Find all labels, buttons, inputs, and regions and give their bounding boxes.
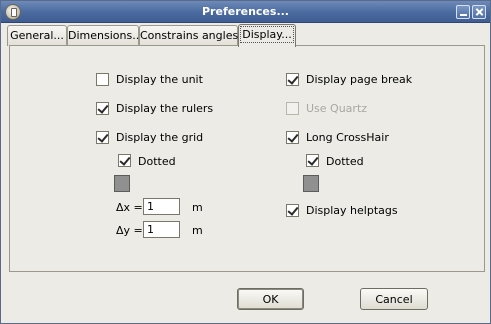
delta-y-input[interactable]	[143, 221, 180, 238]
delta-x-input[interactable]	[143, 198, 180, 215]
crosshair-dotted-checkbox[interactable]	[306, 154, 319, 167]
tab-general[interactable]: General...	[7, 25, 67, 46]
display-grid-checkbox[interactable]	[96, 131, 109, 144]
long-crosshair-checkbox[interactable]	[286, 131, 299, 144]
crosshair-dotted-label: Dotted	[326, 155, 364, 168]
helptags-label: Display helptags	[306, 204, 398, 217]
delta-y-label: Δy =	[116, 224, 143, 237]
title-bar[interactable]: Preferences...	[1, 1, 490, 23]
minimize-icon[interactable]	[456, 5, 470, 19]
long-crosshair-label: Long CrossHair	[306, 131, 389, 144]
display-rulers-label: Display the rulers	[116, 102, 214, 115]
display-panel: Display the unit Display the rulers Disp…	[9, 45, 485, 272]
display-unit-checkbox[interactable]	[96, 73, 109, 86]
display-unit-label: Display the unit	[116, 73, 203, 86]
preferences-dialog: Preferences... General... Dimensions... …	[0, 0, 491, 324]
close-icon[interactable]	[472, 5, 486, 19]
delta-x-label: Δx =	[116, 201, 143, 214]
page-break-label: Display page break	[306, 73, 413, 86]
delta-x-unit: m	[192, 201, 203, 214]
grid-dotted-checkbox[interactable]	[118, 154, 131, 167]
ok-button[interactable]: OK	[237, 288, 304, 310]
tab-dimensions[interactable]: Dimensions...	[67, 25, 143, 46]
crosshair-color-swatch[interactable]	[303, 175, 319, 192]
grid-color-swatch[interactable]	[114, 175, 130, 192]
page-break-checkbox[interactable]	[286, 73, 299, 86]
helptags-checkbox[interactable]	[286, 204, 299, 217]
display-grid-label: Display the grid	[116, 131, 204, 144]
display-rulers-checkbox[interactable]	[96, 102, 109, 115]
tab-display[interactable]: Display...	[238, 24, 296, 47]
use-quartz-checkbox	[286, 102, 299, 115]
window-title: Preferences...	[202, 5, 289, 18]
use-quartz-label: Use Quartz	[306, 102, 368, 115]
tab-constrains-angles[interactable]: Constrains angles...	[139, 25, 249, 46]
grid-dotted-label: Dotted	[138, 155, 176, 168]
delta-y-unit: m	[192, 224, 203, 237]
cancel-button[interactable]: Cancel	[360, 288, 428, 310]
